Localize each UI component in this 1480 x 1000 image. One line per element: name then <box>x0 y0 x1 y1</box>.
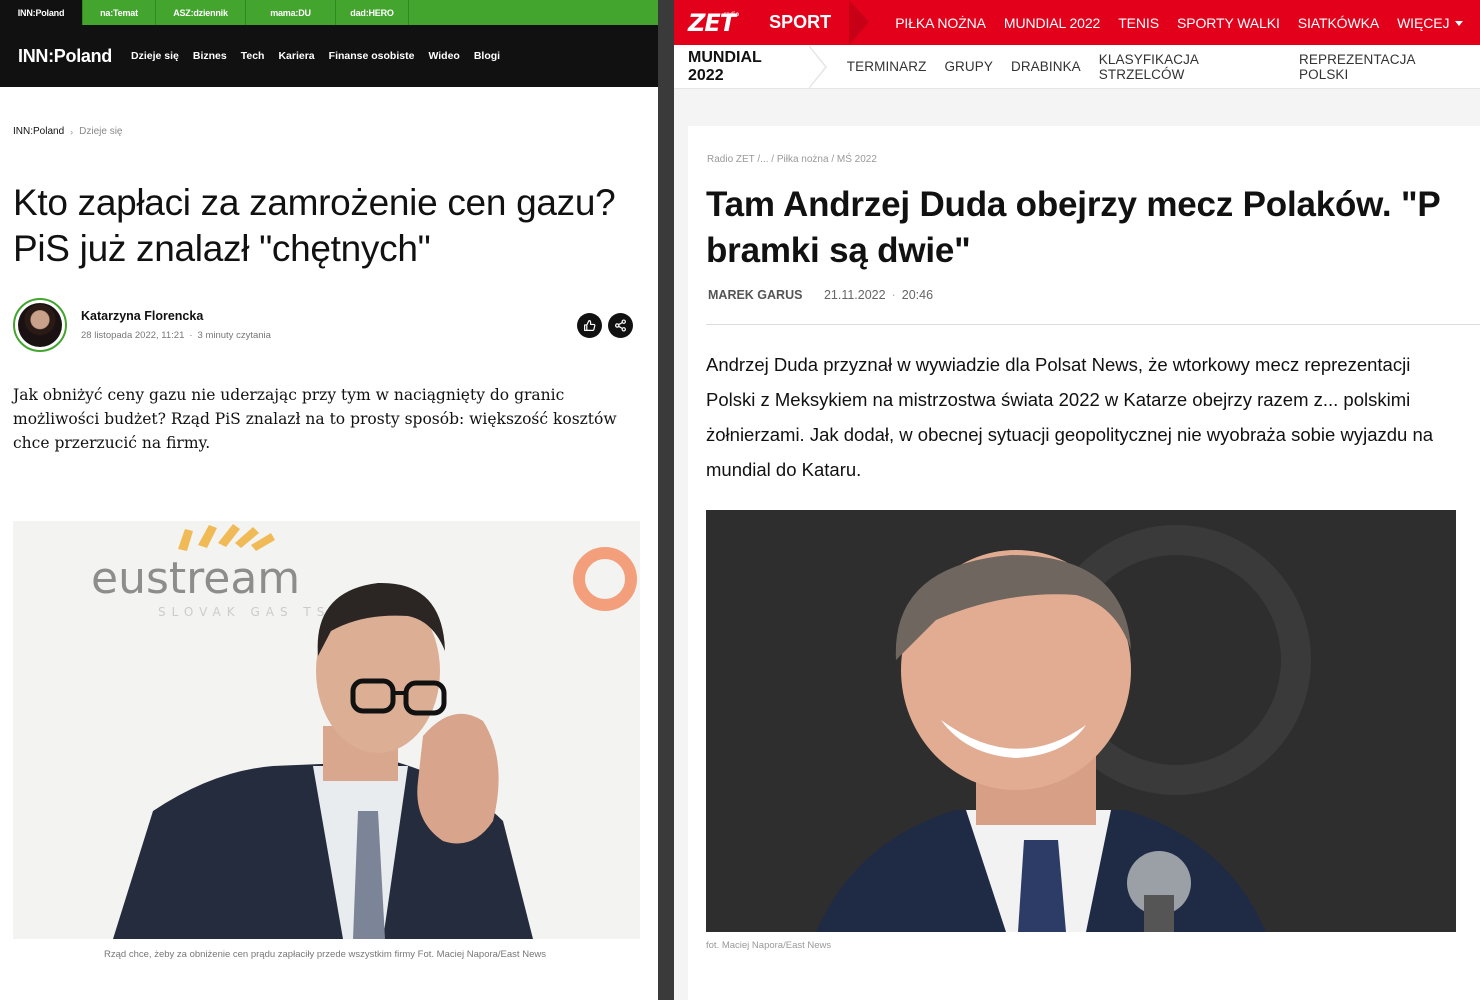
network-tab-natemat[interactable]: na:Temat <box>82 0 155 25</box>
caret-down-icon <box>1455 21 1464 27</box>
innpoland-article-panel: INN:Poland na:Temat ASZ:dziennik mama:DU… <box>0 0 658 1000</box>
author-avatar[interactable] <box>13 298 67 352</box>
article-lead: Andrzej Duda przyznał w wywiadzie dla Po… <box>706 354 1434 480</box>
author-name[interactable]: MAREK GARUS <box>708 288 802 302</box>
meta-divider <box>706 324 1480 325</box>
nav-pilka-nozna[interactable]: PIŁKA NOŻNA <box>895 15 986 31</box>
breadcrumb[interactable]: Radio ZET /... / Piłka nożna / MŚ 2022 <box>707 154 877 165</box>
nav-tenis[interactable]: TENIS <box>1118 15 1159 31</box>
site-logo[interactable]: INN:Poland <box>18 46 112 67</box>
nav-sporty-walki[interactable]: SPORTY WALKI <box>1177 15 1280 31</box>
article-lead: Jak obniżyć ceny gazu nie uderzając przy… <box>13 386 617 452</box>
share-icon <box>615 319 626 332</box>
network-tab-aszdziennik[interactable]: ASZ:dziennik <box>155 0 245 25</box>
article-photo[interactable] <box>706 510 1456 932</box>
meta-separator: · <box>189 330 193 341</box>
panel-divider <box>658 0 674 1000</box>
nav-dzieje-sie[interactable]: Dzieje się <box>131 50 179 62</box>
network-tab-dadhero[interactable]: dad:HERO <box>335 0 408 25</box>
zet-logo-small: radio <box>723 10 740 18</box>
subnav-klasyfikacja-strzelcow[interactable]: KLASYFIKACJA STRZELCÓW <box>1099 52 1281 82</box>
author-name[interactable]: Katarzyna Florencka <box>81 309 203 323</box>
share-button[interactable] <box>608 313 633 338</box>
nav-siatkowka[interactable]: SIATKÓWKA <box>1298 15 1379 31</box>
breadcrumb-current[interactable]: Dzieje się <box>79 126 122 137</box>
subnav-terminarz[interactable]: TERMINARZ <box>847 59 927 74</box>
network-tabs-bar: INN:Poland na:Temat ASZ:dziennik mama:DU… <box>0 0 658 25</box>
read-time: 3 minuty czytania <box>197 330 271 341</box>
nav-tech[interactable]: Tech <box>241 50 265 62</box>
main-navbar: INN:Poland Dzieje się Biznes Tech Karier… <box>0 25 658 87</box>
sport-section-label[interactable]: SPORT <box>769 12 831 33</box>
subnav-chevron <box>809 44 828 89</box>
article-title: Kto zapłaci za zamrożenie cen gazu? PiS … <box>13 182 616 269</box>
article-title-line-2: bramki są dwie" <box>706 231 971 270</box>
author-block: Katarzyna Florencka 28 listopada 2022, 1… <box>13 298 633 354</box>
breadcrumb: INN:Poland › Dzieje się <box>13 126 123 137</box>
article-title-line-1: Tam Andrzej Duda obejrzy mecz Polaków. "… <box>706 185 1441 224</box>
meta-separator: · <box>891 288 896 302</box>
publish-time: 20:46 <box>901 288 934 302</box>
article-meta: MAREK GARUS 21.11.2022 · 20:46 <box>708 288 933 302</box>
nav-blogi[interactable]: Blogi <box>474 50 500 62</box>
subnav-drabinka[interactable]: DRABINKA <box>1011 59 1081 74</box>
photo-caption: Rząd chce, żeby za obniżenie cen prądu z… <box>104 949 546 960</box>
breadcrumb-home[interactable]: INN:Poland <box>13 126 64 137</box>
article-meta: 28 listopada 2022, 11:21 · 3 minuty czytan… <box>81 330 271 341</box>
header-chevron <box>849 0 870 45</box>
eustream-logo-text: eustream <box>91 553 300 604</box>
nav-wiecej[interactable]: WIĘCEJ <box>1397 14 1464 31</box>
nav-finanse-osobiste[interactable]: Finanse osobiste <box>329 50 415 62</box>
network-tab-innpoland[interactable]: INN:Poland <box>0 0 82 25</box>
article-card: Radio ZET /... / Piłka nożna / MŚ 2022 T… <box>688 126 1480 1000</box>
nav-mundial-2022[interactable]: MUNDIAL 2022 <box>1004 15 1100 31</box>
subnav-section-title[interactable]: MUNDIAL 2022 <box>688 49 797 85</box>
article-title: Tam Andrzej Duda obejrzy mecz Polaków. "… <box>706 182 1480 274</box>
like-button[interactable] <box>577 313 602 338</box>
photo-caption: fot. Maciej Napora/East News <box>706 940 832 951</box>
nav-kariera[interactable]: Kariera <box>278 50 314 62</box>
nav-wideo[interactable]: Wideo <box>428 50 459 62</box>
publish-date: 21.11.2022 <box>823 288 886 302</box>
photo-duda <box>706 510 1456 932</box>
sport-header: ZET radio SPORT PIŁKA NOŻNA MUNDIAL 2022 … <box>674 0 1480 45</box>
article-photo[interactable]: eustream SLOVAK GAS TSO <box>13 521 640 939</box>
radiozet-article-panel: ZET radio SPORT PIŁKA NOŻNA MUNDIAL 2022 … <box>674 0 1480 1000</box>
mundial-subnav: MUNDIAL 2022 TERMINARZ GRUPY DRABINKA KL… <box>674 44 1480 89</box>
nav-biznes[interactable]: Biznes <box>193 50 227 62</box>
breadcrumb-separator: › <box>70 126 74 137</box>
photo-morawiecki: eustream SLOVAK GAS TSO <box>13 521 640 939</box>
eustream-logo-subtext: SLOVAK GAS TSO <box>158 605 346 619</box>
nav-wiecej-label: WIĘCEJ <box>1397 14 1450 31</box>
publish-date: 28 listopada 2022, 11:21 <box>81 330 185 341</box>
subnav-reprezentacja-polski[interactable]: REPREZENTACJA POLSKI <box>1299 52 1462 82</box>
radio-zet-logo[interactable]: ZET radio <box>688 9 739 37</box>
network-tab-mamadu[interactable]: mama:DU <box>245 0 335 25</box>
subnav-grupy[interactable]: GRUPY <box>944 59 993 74</box>
topbar-filler <box>408 0 658 25</box>
thumbs-up-icon <box>584 320 596 331</box>
